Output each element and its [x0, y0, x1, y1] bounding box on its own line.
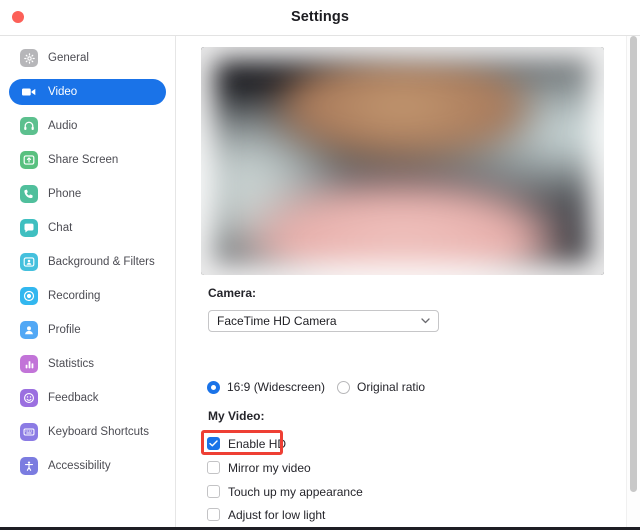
sidebar-item-label: Statistics — [48, 358, 95, 370]
checkbox-label: Enable HD — [228, 436, 287, 451]
video-settings-panel: Camera: FaceTime HD Camera 16:9 (Widescr… — [177, 36, 640, 530]
scrollbar-thumb[interactable] — [630, 36, 637, 492]
sidebar-item-audio[interactable]: Audio — [9, 113, 166, 139]
window-title: Settings — [291, 9, 349, 25]
headphones-icon — [20, 117, 38, 135]
bar-chart-icon — [20, 355, 38, 373]
radio-label: Original ratio — [357, 380, 426, 394]
chat-bubble-icon — [20, 219, 38, 237]
sidebar-item-feedback[interactable]: Feedback — [9, 385, 166, 411]
radio-original-ratio[interactable]: Original ratio — [337, 380, 425, 394]
radio-16-9-widescreen[interactable]: 16:9 (Widescreen) — [207, 380, 325, 394]
checkbox-mirror-my-video[interactable]: Mirror my video — [207, 459, 311, 476]
checkbox-label: Mirror my video — [228, 460, 311, 475]
sidebar-item-general[interactable]: General — [9, 45, 166, 71]
settings-window: Settings General Video Audio Share Screen Ph… — [0, 0, 640, 530]
sidebar-item-phone[interactable]: Phone — [9, 181, 166, 207]
sidebar-item-label: Profile — [48, 324, 81, 336]
share-screen-icon — [20, 151, 38, 169]
preview-vignette — [201, 47, 604, 275]
my-video-label: My Video: — [208, 409, 265, 423]
radio-button[interactable] — [207, 380, 220, 394]
checkbox-box[interactable] — [207, 508, 220, 521]
sidebar-item-label: Audio — [48, 120, 78, 132]
checkbox-label: Touch up my appearance — [228, 484, 363, 499]
checkbox-label: Adjust for low light — [228, 507, 326, 522]
sidebar-item-profile[interactable]: Profile — [9, 317, 166, 343]
checkbox-enable-hd[interactable]: Enable HD — [207, 435, 286, 452]
sidebar-item-label: Accessibility — [48, 460, 111, 472]
gear-icon — [20, 49, 38, 67]
sidebar-item-label: Recording — [48, 290, 101, 302]
checkbox-touch-up-appearance[interactable]: Touch up my appearance — [207, 483, 363, 500]
vertical-scrollbar[interactable] — [626, 36, 640, 530]
sidebar-item-recording[interactable]: Recording — [9, 283, 166, 309]
sidebar-item-background-filters[interactable]: Background & Filters — [9, 249, 166, 275]
sidebar-item-label: Keyboard Shortcuts — [48, 426, 150, 438]
camera-label: Camera: — [208, 286, 257, 300]
settings-sidebar: General Video Audio Share Screen Phone Chat Ba… — [0, 36, 176, 530]
checkbox-box[interactable] — [207, 485, 220, 498]
chevron-down-icon — [421, 311, 430, 331]
radio-button[interactable] — [337, 380, 351, 394]
sidebar-item-label: Feedback — [48, 392, 99, 404]
sidebar-item-statistics[interactable]: Statistics — [9, 351, 166, 377]
sidebar-item-label: Share Screen — [48, 154, 119, 166]
person-icon — [20, 321, 38, 339]
sidebar-item-keyboard-shortcuts[interactable]: Keyboard Shortcuts — [9, 419, 166, 445]
checkbox-box[interactable] — [207, 437, 220, 450]
radio-label: 16:9 (Widescreen) — [227, 380, 326, 394]
sidebar-item-label: Video — [48, 86, 78, 98]
sidebar-item-label: Background & Filters — [48, 256, 155, 268]
video-preview — [201, 47, 604, 275]
sidebar-item-label: Chat — [48, 222, 73, 234]
sidebar-item-label: General — [48, 52, 89, 64]
window-titlebar: Settings — [0, 0, 640, 36]
sidebar-item-video[interactable]: Video — [9, 79, 166, 105]
aspect-ratio-group: 16:9 (Widescreen) Original ratio — [207, 380, 437, 394]
video-camera-icon — [20, 83, 38, 101]
checkbox-adjust-low-light[interactable]: Adjust for low light — [207, 506, 325, 523]
keyboard-icon — [20, 423, 38, 441]
sidebar-item-label: Phone — [48, 188, 82, 200]
camera-select-value: FaceTime HD Camera — [217, 314, 337, 328]
camera-select[interactable]: FaceTime HD Camera — [208, 310, 439, 332]
sidebar-item-chat[interactable]: Chat — [9, 215, 166, 241]
sidebar-item-accessibility[interactable]: Accessibility — [9, 453, 166, 479]
checkbox-box[interactable] — [207, 461, 220, 474]
record-circle-icon — [20, 287, 38, 305]
phone-icon — [20, 185, 38, 203]
accessibility-icon — [20, 457, 38, 475]
sidebar-item-share-screen[interactable]: Share Screen — [9, 147, 166, 173]
person-frame-icon — [20, 253, 38, 271]
smiley-icon — [20, 389, 38, 407]
